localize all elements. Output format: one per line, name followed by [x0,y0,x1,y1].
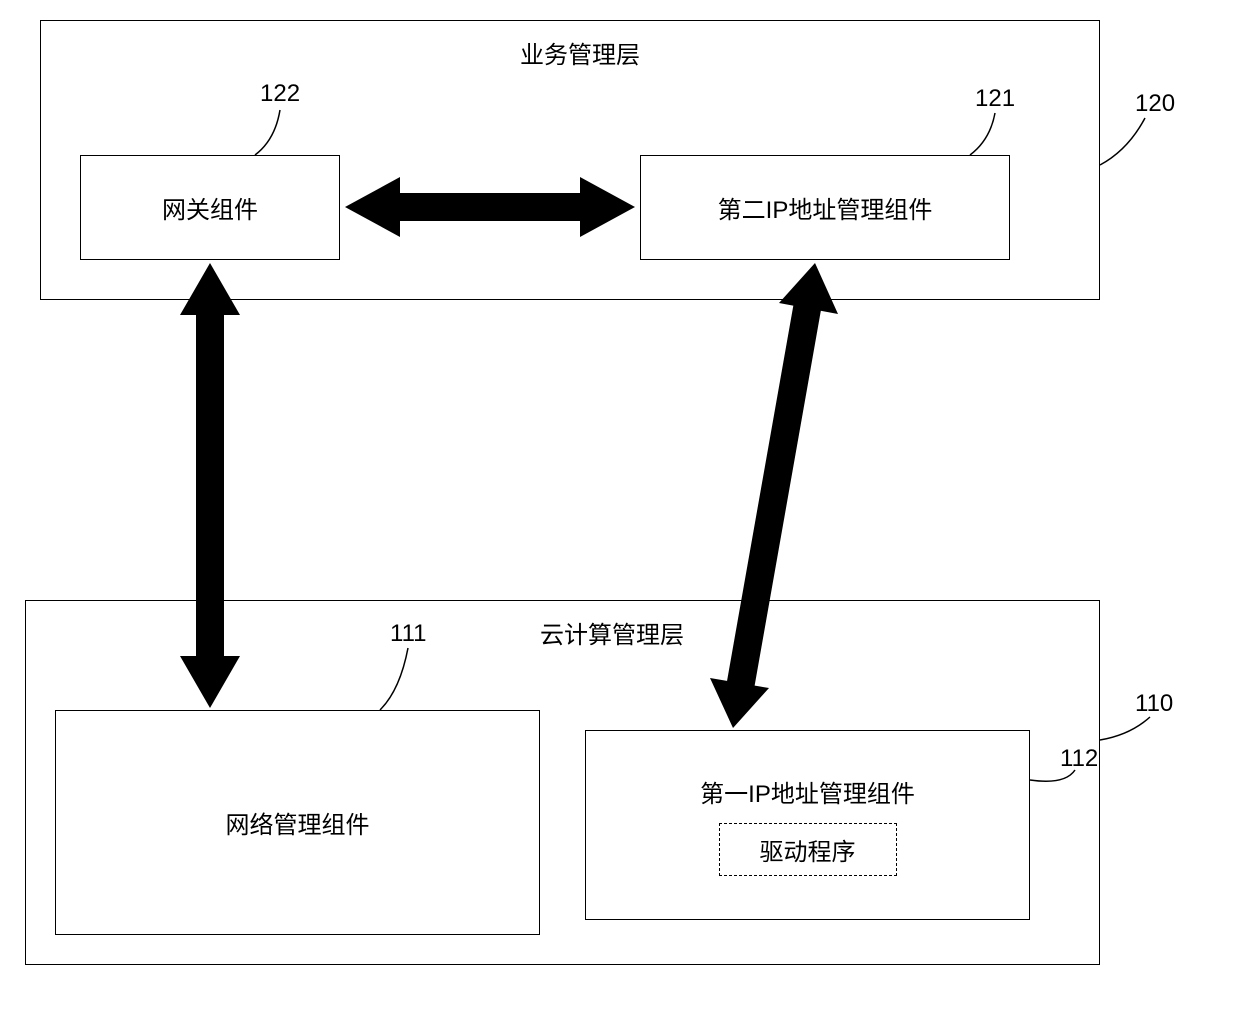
arrow-secondip-firstip [0,0,1240,1021]
diagram-canvas: 业务管理层 网关组件 第二IP地址管理组件 云计算管理层 网络管理组件 第一IP… [0,0,1240,1021]
